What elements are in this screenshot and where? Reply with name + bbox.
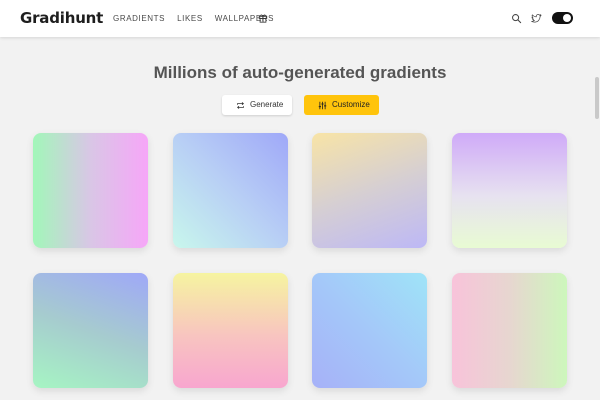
gradient-card-2[interactable] (173, 133, 288, 248)
nav-likes[interactable]: LIKES (177, 14, 203, 24)
logo-text[interactable]: Gradihunt (20, 9, 103, 27)
nav-gradients[interactable]: GRADIENTS (113, 14, 165, 24)
gift-icon[interactable] (258, 13, 268, 23)
twitter-icon[interactable] (531, 13, 542, 24)
search-icon[interactable] (511, 13, 522, 24)
generate-label: Generate (250, 100, 284, 109)
top-navbar: Gradihunt GRADIENTS LIKES WALLPAPERS (0, 0, 600, 37)
customize-button[interactable]: Customize (304, 95, 379, 115)
toggle-knob (563, 14, 571, 22)
gradient-card-5[interactable] (33, 273, 148, 388)
generate-button[interactable]: Generate (222, 95, 292, 115)
page-title: Millions of auto-generated gradients (153, 63, 447, 82)
repeat-icon (237, 101, 244, 109)
dark-mode-toggle[interactable] (552, 12, 573, 24)
gradient-card-1[interactable] (33, 133, 148, 248)
gradient-card-3[interactable] (312, 133, 427, 248)
gradient-card-8[interactable] (452, 273, 567, 388)
gradient-card-4[interactable] (452, 133, 567, 248)
customize-label: Customize (332, 100, 370, 109)
gradient-card-6[interactable] (173, 273, 288, 388)
sliders-icon (318, 101, 327, 109)
gradient-card-7[interactable] (312, 273, 427, 388)
logo[interactable]: Gradihunt (20, 9, 103, 27)
scrollbar[interactable] (594, 37, 600, 400)
